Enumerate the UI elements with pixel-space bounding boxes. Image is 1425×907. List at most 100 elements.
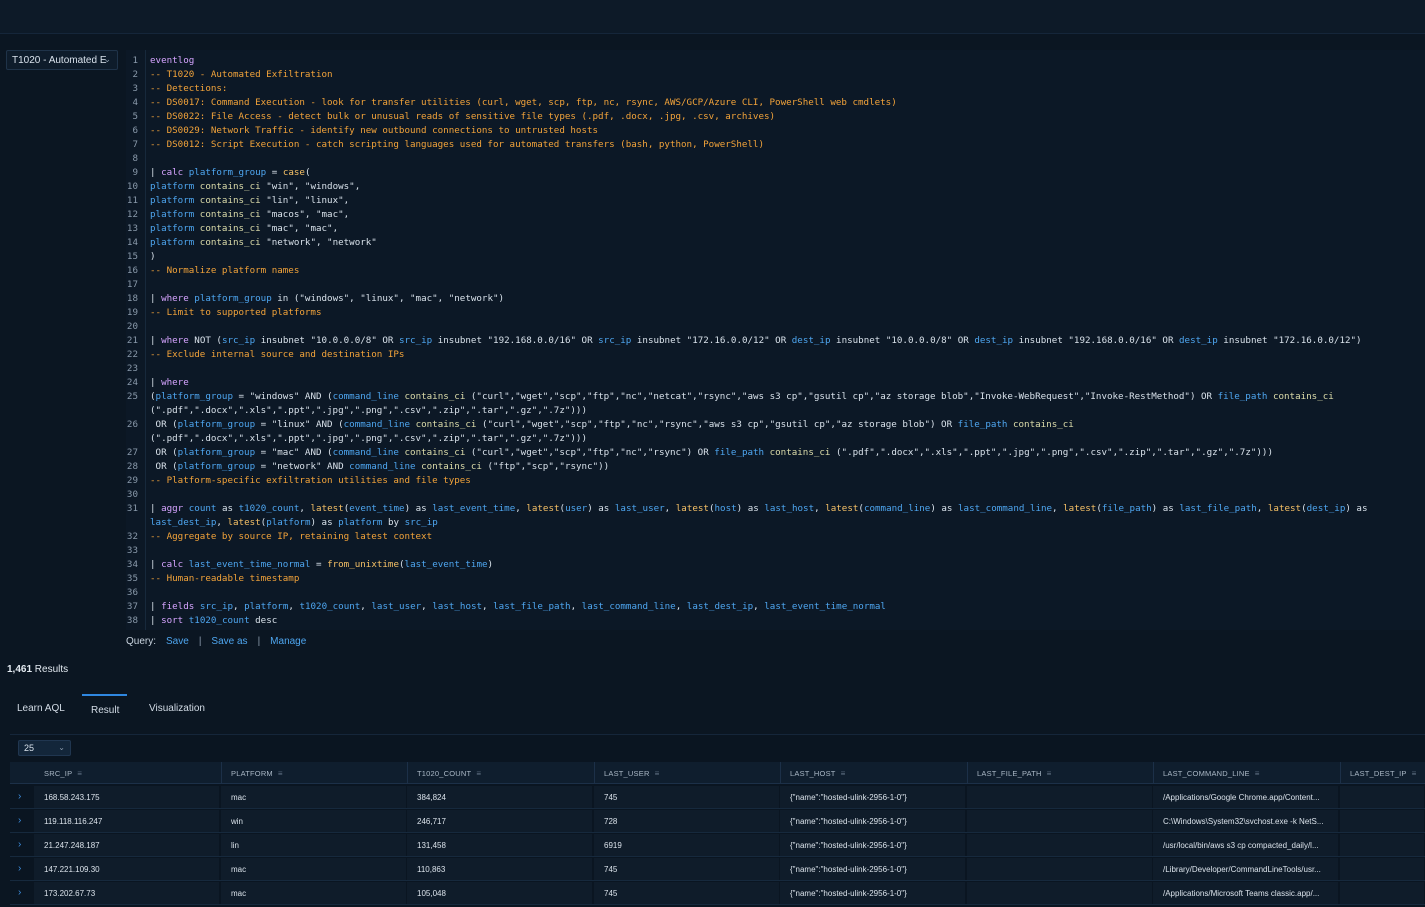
cell-last-file-path (977, 809, 1145, 832)
cell-t1020-count: 105,048 (417, 889, 446, 898)
code-token: (".pdf",".docx",".xls",".ppt",".jpg",".p… (150, 405, 587, 416)
code-token: command_line (332, 391, 399, 402)
column-header-last-file-path[interactable]: LAST_FILE_PATH ≡ (977, 762, 1052, 784)
cell-last-user: 745 (604, 865, 618, 874)
tab-result[interactable]: Result (82, 694, 127, 722)
expand-row-icon[interactable]: › (18, 839, 21, 850)
code-token: | (150, 559, 162, 570)
code-text: -- Exclude internal source and destinati… (150, 348, 404, 362)
code-line: 3 -- Detections: (126, 82, 1425, 96)
line-number: 2 (132, 69, 138, 80)
code-text: | fields src_ip, platform, t1020_count, … (150, 600, 886, 614)
line-number: 35 (126, 573, 138, 584)
cell-last-host: {"name":"hosted-ulink-2956-1-0"} (790, 793, 907, 802)
code-token: (".pdf",".docx",".xls",".ppt",".jpg",".p… (150, 433, 587, 444)
code-token: platform (150, 195, 200, 206)
code-token: contains_ci (199, 223, 261, 234)
code-token: contains_ci (415, 461, 482, 472)
code-token: -- DS0029: Network Traffic - identify ne… (150, 125, 599, 136)
cell-last-dest-ip (1350, 857, 1417, 880)
code-token: insubnet "192.168.0.0/16" OR (432, 335, 599, 346)
cell-last-command-line: /Library/Developer/CommandLineTools/usr.… (1163, 865, 1321, 874)
line-number: 19 (126, 307, 138, 318)
column-header-last-command-line[interactable]: LAST_COMMAND_LINE ≡ (1163, 762, 1260, 784)
table-row[interactable]: › 119.118.116.247 win 246,717 728 {"name":"ho… (10, 809, 1425, 833)
code-token: , (753, 601, 765, 612)
code-token: t1020_count (238, 503, 300, 514)
code-token: event_time (349, 503, 405, 514)
line-number: 9 (132, 167, 138, 178)
code-token: eventlog (150, 55, 195, 66)
code-text: ) (150, 250, 156, 264)
page-size-select[interactable]: 25 ⌄ (18, 740, 71, 756)
table-row[interactable]: › 147.221.109.30 mac 110,863 745 {"name":"hos… (10, 857, 1425, 881)
code-text: last_dest_ip, latest(platform) as platfo… (150, 516, 438, 530)
line-number: 38 (126, 615, 138, 626)
sort-icon[interactable]: ≡ (278, 769, 283, 778)
code-token: | (150, 503, 162, 514)
manage-link[interactable]: Manage (270, 636, 306, 647)
code-line: 30 (126, 488, 1425, 502)
code-token: ( (304, 167, 311, 178)
expand-row-icon[interactable]: › (18, 815, 21, 826)
column-header-last-user[interactable]: LAST_USER ≡ (604, 762, 659, 784)
code-token: dest_ip (1306, 503, 1346, 514)
code-token: = "linux" AND ( (255, 419, 344, 430)
code-line: 27 OR (platform_group = "mac" AND (comma… (126, 446, 1425, 460)
query-selector[interactable]: T1020 - Automated E ⌄ (6, 50, 118, 70)
code-text: | sort t1020_count desc (150, 614, 277, 628)
save-as-link[interactable]: Save as (211, 636, 247, 647)
code-token: -- DS0012: Script Execution - catch scri… (150, 139, 764, 150)
code-line: 12 platform contains_ci "macos", "mac", (126, 208, 1425, 222)
code-text: | where NOT (src_ip insubnet "10.0.0.0/8… (150, 334, 1362, 348)
code-text: -- DS0012: Script Execution - catch scri… (150, 138, 764, 152)
cell-last-dest-ip (1350, 881, 1417, 904)
cell-last-command-line: /usr/local/bin/aws s3 cp compacted_daily… (1163, 841, 1319, 850)
code-line: 18 | where platform_group in ("windows", … (126, 292, 1425, 306)
column-header-platform[interactable]: PLATFORM ≡ (231, 762, 283, 784)
sort-icon[interactable]: ≡ (77, 769, 82, 778)
code-token: | (150, 615, 162, 626)
code-token: platform_group (177, 447, 256, 458)
cell-platform: lin (231, 841, 240, 850)
expand-row-icon[interactable]: › (18, 791, 21, 802)
code-token: ) as (736, 503, 765, 514)
sort-icon[interactable]: ≡ (1255, 769, 1260, 778)
tab-learn-aql[interactable]: Learn AQL (17, 694, 65, 722)
column-header-last-dest-ip[interactable]: LAST_DEST_IP ≡ (1350, 762, 1416, 784)
table-row[interactable]: › 168.58.243.175 mac 384,824 745 {"name":"hos… (10, 785, 1425, 809)
code-token: "mac", "mac", (260, 223, 339, 234)
code-token: ) as (1345, 503, 1368, 514)
code-token: latest (227, 517, 261, 528)
code-token: platform (244, 601, 289, 612)
code-token: | (150, 293, 162, 304)
code-token: last_host (432, 601, 483, 612)
code-token: last_event_time_normal (188, 559, 311, 570)
save-link[interactable]: Save (166, 636, 189, 647)
cell-t1020-count: 384,824 (417, 793, 446, 802)
cell-last-dest-ip (1350, 785, 1417, 808)
sort-icon[interactable]: ≡ (476, 769, 481, 778)
column-header-t1020-count[interactable]: T1020_COUNT ≡ (417, 762, 481, 784)
table-row[interactable]: › 173.202.67.73 mac 105,048 745 {"name":"host… (10, 881, 1425, 905)
sort-icon[interactable]: ≡ (1412, 769, 1417, 778)
sort-icon[interactable]: ≡ (841, 769, 846, 778)
table-row[interactable]: › 21.247.248.187 lin 131,458 6919 {"name":"ho… (10, 833, 1425, 857)
code-text: | calc last_event_time_normal = from_uni… (150, 558, 493, 572)
code-token: -- Detections: (150, 83, 228, 94)
sort-icon[interactable]: ≡ (655, 769, 660, 778)
query-editor[interactable]: 1 eventlog 2 -- T1020 - Automated Exfiltrat… (126, 50, 1425, 630)
code-token: file_path (1101, 503, 1152, 514)
code-text: | where (150, 376, 189, 390)
column-header-src-ip[interactable]: SRC_IP ≡ (44, 762, 82, 784)
expand-row-icon[interactable]: › (18, 863, 21, 874)
code-token: contains_ci (1007, 419, 1074, 430)
cell-platform: win (231, 817, 244, 826)
sort-icon[interactable]: ≡ (1047, 769, 1052, 778)
tab-visualization[interactable]: Visualization (149, 694, 205, 722)
code-token: last_user (371, 601, 422, 612)
code-token: contains_ci (199, 181, 261, 192)
expand-row-icon[interactable]: › (18, 887, 21, 898)
code-text: | calc platform_group = case( (150, 166, 311, 180)
column-header-last-host[interactable]: LAST_HOST ≡ (790, 762, 845, 784)
